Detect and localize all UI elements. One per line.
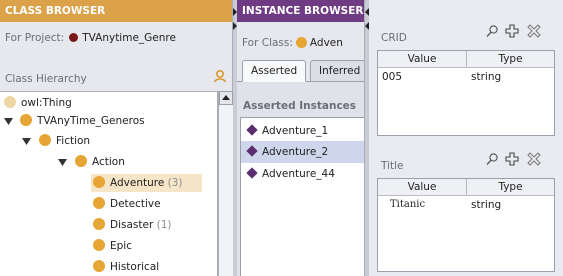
crid-type-cell[interactable]: string xyxy=(467,69,554,85)
class-icon xyxy=(295,37,307,48)
tree-node-historical[interactable]: Historical xyxy=(93,258,159,276)
selected-class-name: Adven xyxy=(309,37,343,49)
add-value-icon[interactable] xyxy=(505,24,519,38)
for-class-row: For Class: Adven xyxy=(242,37,343,49)
instance-list[interactable]: Adventure_1 Adventure_2 Adventure_44 xyxy=(240,117,364,276)
tree-node-detective[interactable]: Detective xyxy=(93,195,161,213)
tree-node-epic[interactable]: Epic xyxy=(93,237,132,255)
instance-item[interactable]: Adventure_1 xyxy=(241,120,364,142)
scroll-up-button[interactable] xyxy=(219,91,233,105)
tab-asserted[interactable]: Asserted xyxy=(242,60,307,82)
crid-property-title: CRID xyxy=(381,32,407,44)
instance-item[interactable]: Adventure_44 xyxy=(241,163,364,185)
tree-node-label: Action xyxy=(92,156,125,168)
project-icon xyxy=(69,33,79,42)
instance-label: Adventure_44 xyxy=(262,168,335,180)
class-icon xyxy=(93,239,105,251)
class-icon xyxy=(39,134,51,146)
instance-count: (1) xyxy=(156,219,172,231)
add-value-icon[interactable] xyxy=(505,152,519,166)
instance-list-area: Asserted Instances Adventure_1 Adventure… xyxy=(237,81,364,276)
search-icon[interactable] xyxy=(485,24,499,38)
tree-node-action[interactable]: Action xyxy=(75,153,125,171)
for-class-label: For Class: xyxy=(242,37,293,49)
class-icon xyxy=(4,96,16,108)
instance-label: Adventure_1 xyxy=(262,125,329,137)
title-property-title: Title xyxy=(381,160,404,172)
class-tree-scrollbar[interactable] xyxy=(218,91,233,276)
instance-icon xyxy=(246,167,258,179)
tree-node-label: Epic xyxy=(110,240,132,252)
class-icon xyxy=(93,260,105,272)
tree-node-label: Historical xyxy=(110,261,160,273)
column-header-type[interactable]: Type xyxy=(467,179,554,196)
tree-node-label: Adventure xyxy=(110,177,165,189)
instance-icon xyxy=(246,124,258,136)
tree-node-label: Disaster xyxy=(110,219,154,231)
tree-node-label: Fiction xyxy=(56,135,91,147)
expand-toggle-icon[interactable] xyxy=(58,158,67,167)
instance-browser-panel: INSTANCE BROWSER For Class: Adven Asserte… xyxy=(237,0,365,276)
tree-node-disaster[interactable]: Disaster (1) xyxy=(93,216,172,234)
title-type-cell[interactable]: string xyxy=(467,197,554,213)
search-icon[interactable] xyxy=(485,152,499,166)
column-header-value[interactable]: Value xyxy=(378,51,467,68)
remove-value-icon[interactable] xyxy=(527,24,541,38)
class-icon xyxy=(20,114,32,126)
for-project-label: For Project: xyxy=(5,32,65,44)
remove-value-icon[interactable] xyxy=(527,152,541,166)
instance-count: (3) xyxy=(167,177,183,189)
arrow-up-icon xyxy=(222,95,230,100)
class-browser-panel: CLASS BROWSER For Project: TVAnytime_Genr… xyxy=(0,0,233,276)
project-name: TVAnytime_Genre xyxy=(82,32,176,44)
class-icon xyxy=(93,197,105,209)
tree-node-owl-thing[interactable]: owl:Thing xyxy=(4,94,72,112)
class-hierarchy-label: Class Hierarchy xyxy=(5,73,87,85)
column-header-type[interactable]: Type xyxy=(467,51,554,68)
for-project-row: For Project: TVAnytime_Genre xyxy=(0,28,233,48)
crid-table[interactable]: Value Type 005 string xyxy=(377,50,555,136)
properties-panel: CRID Value Type 005 string Title Value T… xyxy=(369,0,563,276)
tree-node-fiction[interactable]: Fiction xyxy=(39,132,90,150)
tab-inferred[interactable]: Inferred xyxy=(310,60,364,82)
find-class-icon[interactable] xyxy=(213,69,227,83)
class-tree[interactable]: owl:Thing TVAnyTime_Generos Fiction Acti… xyxy=(0,91,218,276)
tree-node-label: owl:Thing xyxy=(21,97,72,109)
class-browser-header: CLASS BROWSER xyxy=(0,0,232,22)
class-icon xyxy=(93,176,105,188)
tree-node-tvanytime-generos[interactable]: TVAnyTime_Generos xyxy=(20,112,145,130)
crid-value-cell[interactable]: 005 xyxy=(378,69,467,85)
expand-toggle-icon[interactable] xyxy=(4,117,13,126)
tree-node-label: Detective xyxy=(110,198,161,210)
instance-label: Adventure_2 xyxy=(262,146,329,158)
instance-item[interactable]: Adventure_2 xyxy=(241,141,364,163)
class-icon xyxy=(93,218,105,230)
title-table[interactable]: Value Type Titanic string xyxy=(377,178,555,272)
instance-browser-header: INSTANCE BROWSER xyxy=(237,0,364,22)
instance-icon xyxy=(246,145,258,157)
title-value-cell[interactable]: Titanic xyxy=(386,197,467,213)
class-icon xyxy=(75,155,87,167)
asserted-instances-label: Asserted Instances xyxy=(243,100,357,112)
expand-toggle-icon[interactable] xyxy=(22,137,31,146)
column-header-value[interactable]: Value xyxy=(378,179,467,196)
tree-node-adventure[interactable]: Adventure (3) xyxy=(91,174,202,192)
tree-node-label: TVAnyTime_Generos xyxy=(37,115,145,127)
